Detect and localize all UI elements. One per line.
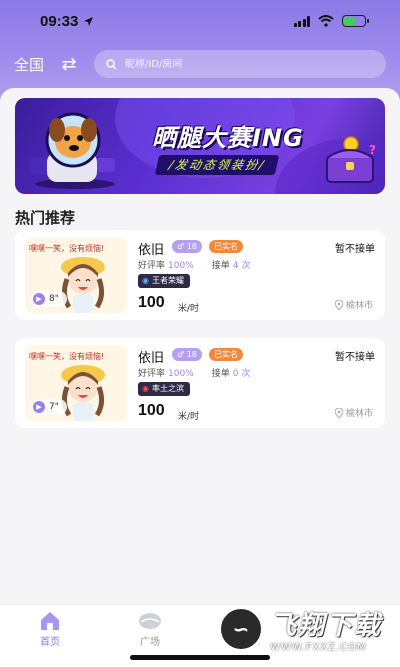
location-text: 榆林市 <box>345 409 373 419</box>
rating-value: 100% <box>168 261 194 271</box>
wifi-icon <box>318 15 334 27</box>
price-unit: 米/时 <box>178 304 200 314</box>
orders-stat: 接单 4 次 <box>212 258 251 271</box>
price-unit: 米/时 <box>178 412 200 422</box>
treasure-chest-illustration: ? <box>326 136 376 183</box>
signal-icon <box>293 15 310 27</box>
rating-stat: 好评率 100% <box>138 366 194 379</box>
player-card[interactable]: 嘿嘿一笑，没有烦恼! ▶ 8" 依旧 ♂ 18 已实名 暂不接单 好评率 100%… <box>15 230 385 320</box>
gender-age-badge: ♂ 18 <box>172 240 202 253</box>
svg-text:?: ? <box>369 143 376 157</box>
watermark: ∽ 飞翔下载 WWW.FXXZ.COM <box>218 604 400 654</box>
battery-icon <box>342 15 369 27</box>
location: 榆林市 <box>334 298 373 311</box>
game-tag: ◉ 王者荣耀 <box>138 274 190 288</box>
voice-duration: 7" <box>49 402 59 412</box>
location: 榆林市 <box>334 406 373 419</box>
banner-subtitle: /发动态领装扮/ <box>154 155 280 175</box>
rating-label: 好评率 <box>138 369 166 379</box>
orders-value: 4 次 <box>232 261 251 271</box>
game-icon: ◉ <box>142 384 149 393</box>
orders-stat: 接单 0 次 <box>212 366 251 379</box>
game-tag: ◉ 率土之滨 <box>138 382 190 396</box>
home-icon <box>41 612 59 630</box>
search-input[interactable] <box>125 58 374 70</box>
player-stats: 好评率 100% 接单 0 次 <box>138 366 250 379</box>
status-time: 09:33 <box>40 13 94 30</box>
watermark-main: 飞翔下载 <box>270 611 383 641</box>
nav-home-label: 首页 <box>40 637 60 648</box>
nav-plaza-label: 广场 <box>140 637 160 648</box>
location-pin-icon <box>334 299 343 310</box>
verified-badge: 已实名 <box>209 348 243 361</box>
location-pin-icon <box>334 407 343 418</box>
orders-value: 0 次 <box>232 369 251 379</box>
watermark-url: WWW.FXXZ.COM <box>270 642 367 653</box>
voice-duration: 8" <box>49 294 59 304</box>
plaza-icon <box>139 613 161 629</box>
section-title: 热门推荐 <box>15 209 76 227</box>
player-avatar: 嘿嘿一笑，没有烦恼! ▶ 7" <box>25 345 127 421</box>
price: 100 <box>138 402 165 419</box>
watermark-text: 飞翔下载 WWW.FXXZ.COM <box>270 605 382 653</box>
orders-label: 接单 <box>211 261 230 271</box>
price: 100 <box>138 294 165 311</box>
location-text: 榆林市 <box>345 301 373 311</box>
swap-icon[interactable]: ⇄ <box>58 54 80 75</box>
gender-age-badge: ♂ 18 <box>172 348 202 361</box>
status-bar: 09:33 <box>0 0 400 42</box>
game-name: 率土之滨 <box>151 384 184 393</box>
player-avatar: 嘿嘿一笑，没有烦恼! ▶ 8" <box>25 237 127 313</box>
top-header: 全国 ⇄ <box>0 48 400 80</box>
player-name: 依旧 <box>138 243 165 258</box>
watermark-logo-icon: ∽ <box>218 606 264 652</box>
verified-badge: 已实名 <box>209 240 243 253</box>
home-indicator <box>130 655 270 660</box>
clock: 09:33 <box>40 12 79 30</box>
play-icon: ▶ <box>33 401 45 413</box>
player-card[interactable]: 嘿嘿一笑，没有烦恼! ▶ 7" 依旧 ♂ 18 已实名 暂不接单 好评率 100%… <box>15 338 385 428</box>
voice-intro-button[interactable]: ▶ 7" <box>31 399 67 415</box>
region-selector[interactable]: 全国 <box>14 54 44 75</box>
rating-value: 100% <box>168 369 194 379</box>
banner-title: 晒腿大赛ING <box>152 124 304 152</box>
rating-stat: 好评率 100% <box>138 258 194 271</box>
player-name: 依旧 <box>138 351 165 366</box>
nav-home[interactable]: 首页 <box>0 605 100 667</box>
game-icon: ◉ <box>142 276 149 285</box>
search-icon <box>106 58 117 69</box>
voice-intro-button[interactable]: ▶ 8" <box>31 291 67 307</box>
search-bar[interactable] <box>94 50 386 78</box>
orders-label: 接单 <box>211 369 230 379</box>
location-arrow-icon <box>84 16 94 26</box>
game-name: 王者荣耀 <box>151 276 184 285</box>
event-banner[interactable]: 晒腿大赛ING /发动态领装扮/ ? <box>15 98 385 194</box>
rating-label: 好评率 <box>138 261 166 271</box>
order-status: 暂不接单 <box>335 352 375 363</box>
astronaut-dog-illustration <box>31 112 115 189</box>
play-icon: ▶ <box>33 293 45 305</box>
order-status: 暂不接单 <box>335 244 375 255</box>
player-stats: 好评率 100% 接单 4 次 <box>138 258 250 271</box>
status-icons <box>293 15 369 27</box>
